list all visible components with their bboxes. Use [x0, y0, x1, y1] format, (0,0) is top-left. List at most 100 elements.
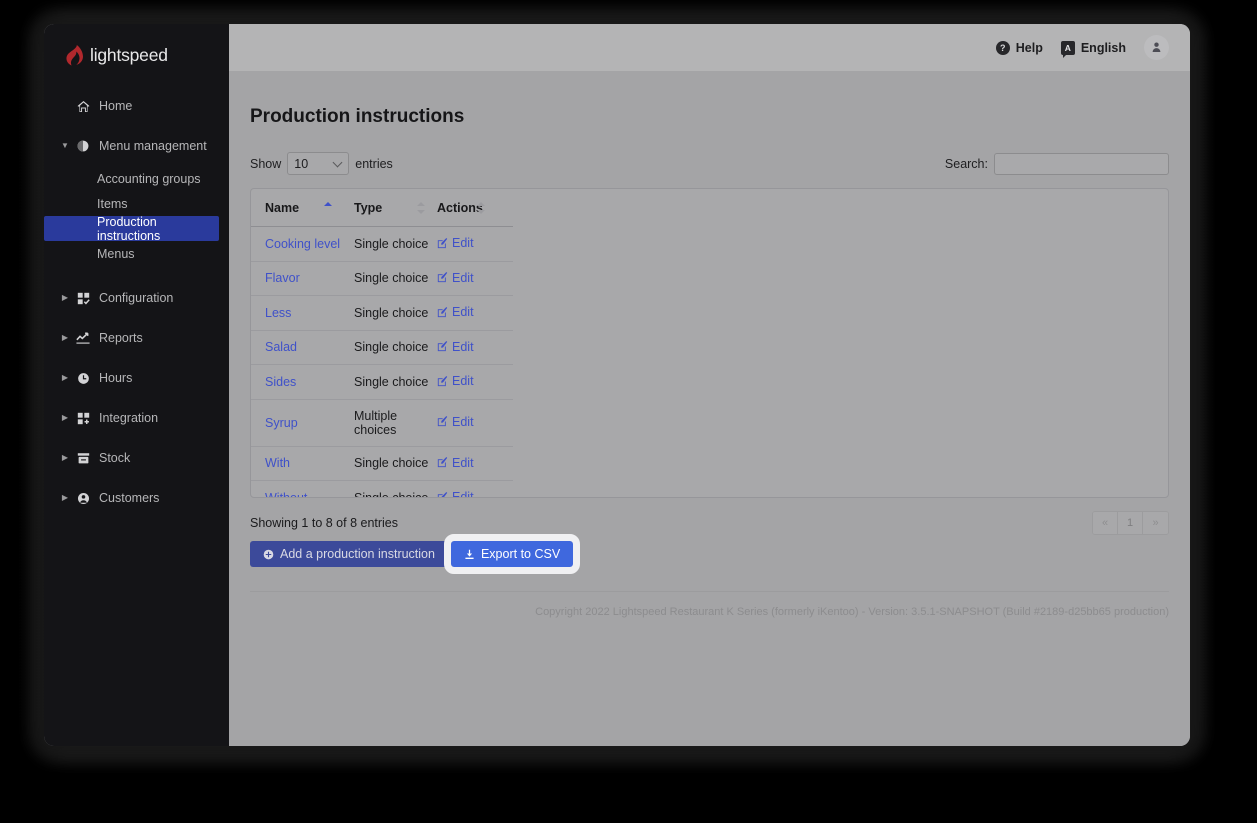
sidebar-item-items[interactable]: Items — [44, 191, 229, 216]
row-name-link[interactable]: Less — [265, 306, 291, 320]
edit-label: Edit — [452, 339, 474, 354]
cell-actions: Edit — [437, 446, 513, 481]
row-name-link[interactable]: Salad — [265, 340, 297, 354]
sidebar-item-hours[interactable]: ▶ Hours — [44, 364, 229, 392]
language-selector[interactable]: A English — [1060, 40, 1126, 58]
cell-type: Single choice — [354, 490, 429, 498]
page-length-select[interactable]: 10 — [287, 152, 350, 175]
customers-icon — [72, 492, 94, 505]
submenu-label: Accounting groups — [97, 171, 201, 186]
edit-link[interactable]: Edit — [437, 456, 474, 470]
sort-indicator-asc — [324, 201, 332, 214]
cell-type: Single choice — [354, 261, 437, 296]
chevron-right-icon[interactable]: ▶ — [58, 334, 72, 342]
table-footer: Showing 1 to 8 of 8 entries « 1 » — [250, 511, 1169, 535]
search-input[interactable] — [994, 152, 1169, 175]
user-icon — [1152, 42, 1161, 53]
edit-pencil-icon — [437, 416, 448, 427]
cell-type: Single choice — [354, 295, 437, 331]
row-name-link[interactable]: Cooking level — [265, 237, 340, 251]
search-label: Search: — [944, 156, 988, 171]
edit-link[interactable]: Edit — [437, 374, 474, 388]
cell-name: Syrup — [251, 399, 354, 447]
footer-divider — [250, 591, 1169, 592]
page-length-value: 10 — [294, 156, 309, 171]
edit-link[interactable]: Edit — [437, 271, 474, 285]
sidebar-item-menu-management[interactable]: ▼ Menu management — [44, 132, 229, 160]
table-row: Less Single choice Edit — [251, 295, 513, 331]
sidebar-item-reports[interactable]: ▶ Reports — [44, 324, 229, 352]
chevron-right-icon[interactable]: ▶ — [58, 374, 72, 382]
table-row: With Single choice Edit — [251, 446, 513, 481]
row-name-link[interactable]: With — [265, 456, 290, 470]
column-header-name[interactable]: Name — [251, 189, 354, 227]
content-area: Production instructions Show 10 entries … — [229, 71, 1190, 746]
export-to-csv-button[interactable]: Export to CSV — [443, 534, 581, 574]
edit-link[interactable]: Edit — [437, 340, 474, 354]
help-button[interactable]: ? Help — [995, 40, 1043, 55]
cell-name: With — [251, 446, 354, 481]
action-buttons: Add a production instruction Export to C… — [250, 534, 1169, 574]
question-circle-icon: ? — [995, 40, 1010, 55]
edit-link[interactable]: Edit — [437, 490, 474, 497]
pagination-next[interactable]: » — [1143, 512, 1168, 534]
column-label: Actions — [437, 201, 483, 215]
column-header-actions[interactable]: Actions — [437, 189, 513, 227]
clock-icon — [72, 372, 94, 385]
main-area: ? Help A English Production instructions — [229, 24, 1190, 746]
table-row: Flavor Single choice Edit — [251, 261, 513, 296]
cell-name: Less — [251, 295, 354, 331]
edit-link[interactable]: Edit — [437, 305, 474, 319]
row-name-link[interactable]: Syrup — [265, 416, 298, 430]
show-entries-control: Show 10 entries — [250, 152, 393, 175]
row-name-link[interactable]: Without — [265, 491, 307, 497]
sidebar-item-menus[interactable]: Menus — [44, 241, 229, 266]
pagination-previous[interactable]: « — [1093, 512, 1118, 534]
flame-icon — [66, 44, 83, 65]
desktop-backdrop: lightspeed Home ▼ Menu management Accoun… — [0, 0, 1257, 823]
column-header-type[interactable]: Type — [354, 189, 437, 227]
sidebar-item-label: Home — [99, 99, 133, 113]
sidebar-item-configuration[interactable]: ▶ Configuration — [44, 284, 229, 312]
chevron-right-icon[interactable]: ▶ — [58, 494, 72, 502]
sidebar-item-customers[interactable]: ▶ Customers — [44, 484, 229, 512]
edit-link[interactable]: Edit — [437, 236, 474, 250]
sidebar-item-label: Integration — [99, 411, 159, 425]
chevron-right-icon[interactable]: ▶ — [58, 294, 72, 302]
configuration-icon — [72, 292, 94, 305]
chevron-down-icon[interactable]: ▼ — [58, 142, 72, 150]
sidebar-item-label: Hours — [99, 371, 133, 385]
column-label: Type — [354, 201, 383, 215]
pagination-page-1[interactable]: 1 — [1118, 512, 1143, 534]
brand-logo[interactable]: lightspeed — [44, 24, 229, 70]
row-name-link[interactable]: Sides — [265, 375, 296, 389]
help-label: Help — [1015, 40, 1043, 55]
row-name-link[interactable]: Flavor — [265, 271, 300, 285]
cell-name: Cooking level — [251, 226, 354, 262]
cell-actions: Edit — [437, 481, 513, 497]
cell-name: Sides — [251, 364, 354, 400]
chevron-right-icon[interactable]: ▶ — [58, 454, 72, 462]
download-icon — [465, 549, 474, 559]
copyright-text: Copyright 2022 Lightspeed Restaurant K S… — [535, 606, 1169, 618]
table-row: Syrup Multiple choices Edit — [251, 399, 513, 447]
edit-label: Edit — [452, 374, 474, 388]
sidebar-item-production-instructions[interactable]: Production instructions — [44, 215, 219, 243]
submenu-label: Menus — [97, 246, 135, 261]
sidebar-item-label: Configuration — [99, 291, 174, 305]
submenu-label: Items — [97, 196, 128, 211]
table-card: Name Type Actions Cooking level Single c… — [250, 188, 1169, 498]
submenu-menu-management: Accounting groups Items Production instr… — [44, 166, 229, 266]
avatar[interactable] — [1144, 35, 1169, 60]
sidebar-nav: Home ▼ Menu management Accounting groups — [44, 92, 229, 512]
edit-link[interactable]: Edit — [437, 415, 474, 429]
cell-actions: Edit — [437, 364, 513, 400]
sidebar-item-home[interactable]: Home — [44, 92, 229, 120]
sidebar-item-label: Reports — [99, 331, 143, 345]
sidebar-item-accounting-groups[interactable]: Accounting groups — [44, 166, 229, 191]
sidebar-item-integration[interactable]: ▶ Integration — [44, 404, 229, 432]
cell-type: Single choice — [354, 330, 437, 365]
chevron-right-icon[interactable]: ▶ — [58, 414, 72, 422]
add-production-instruction-button[interactable]: Add a production instruction — [250, 541, 448, 567]
sidebar-item-stock[interactable]: ▶ Stock — [44, 444, 229, 472]
